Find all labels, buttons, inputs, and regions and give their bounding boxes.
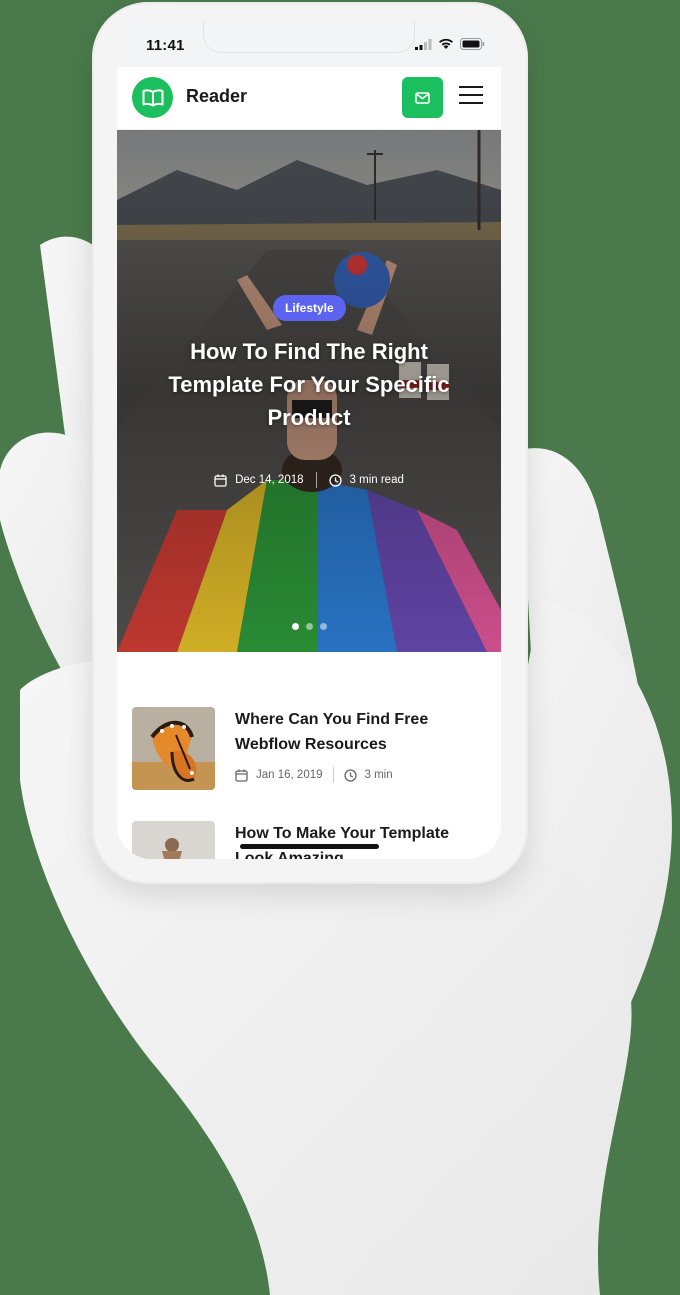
hamburger-menu-icon[interactable] bbox=[459, 86, 483, 110]
post-thumbnail[interactable] bbox=[132, 821, 215, 859]
butterfly-image bbox=[132, 707, 215, 790]
slider-dot[interactable] bbox=[319, 623, 327, 630]
home-indicator bbox=[240, 844, 379, 849]
slider-dot[interactable] bbox=[291, 623, 299, 630]
status-time: 11:41 bbox=[146, 37, 185, 54]
newsletter-button[interactable] bbox=[402, 77, 443, 118]
hero-read-time: 3 min read bbox=[349, 474, 404, 486]
post-date: Jan 16, 2019 bbox=[256, 769, 323, 781]
signal-icon bbox=[415, 38, 432, 50]
brand-name: Reader bbox=[186, 86, 248, 106]
mail-icon bbox=[415, 91, 430, 104]
post-thumbnail[interactable] bbox=[132, 707, 215, 790]
notch bbox=[203, 21, 415, 53]
calendar-icon bbox=[214, 474, 227, 487]
hero-date: Dec 14, 2018 bbox=[235, 474, 304, 486]
battery-icon bbox=[460, 38, 485, 50]
wifi-icon bbox=[439, 38, 453, 49]
post-meta: Jan 16, 2019 3 min bbox=[235, 767, 393, 783]
top-navbar: Reader bbox=[117, 67, 501, 130]
post-list: Where Can You Find Free Webflow Resource… bbox=[117, 652, 501, 859]
slider-dot[interactable] bbox=[305, 623, 313, 630]
category-badge[interactable]: Lifestyle bbox=[273, 295, 346, 321]
logo[interactable] bbox=[132, 77, 173, 118]
hero-title[interactable]: How To Find The Right Template For Your … bbox=[147, 335, 471, 434]
phone-screen: 11:41 Reader Lifestyle How To Find The R… bbox=[117, 21, 501, 859]
hero-meta: Dec 14, 2018 3 min read bbox=[117, 472, 501, 488]
slider-dots bbox=[117, 623, 501, 630]
open-book-icon bbox=[142, 88, 163, 106]
calendar-icon bbox=[235, 769, 248, 782]
post-title[interactable]: Where Can You Find Free Webflow Resource… bbox=[235, 707, 485, 757]
clock-icon bbox=[343, 768, 357, 782]
featured-slider[interactable]: Lifestyle How To Find The Right Template… bbox=[117, 130, 501, 652]
post-read-time: 3 min bbox=[364, 769, 393, 781]
clock-icon bbox=[328, 473, 342, 487]
post-title[interactable]: How To Make Your Template Look Amazing bbox=[235, 821, 485, 859]
status-bar: 11:41 bbox=[117, 21, 501, 67]
post-image bbox=[132, 821, 215, 859]
